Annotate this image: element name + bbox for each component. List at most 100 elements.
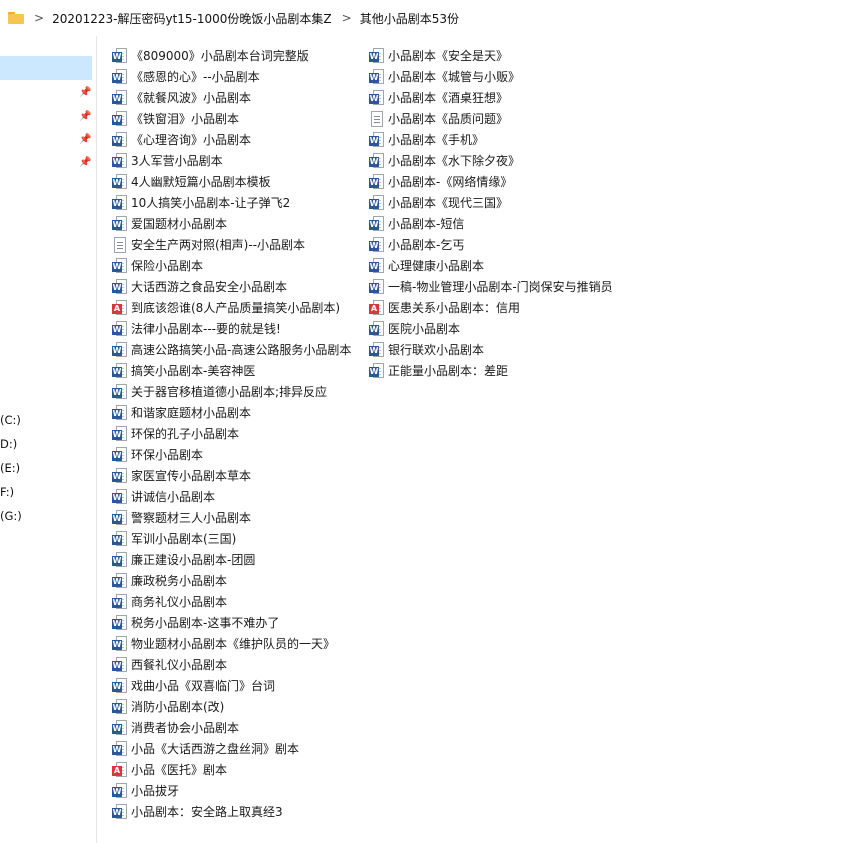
- file-item[interactable]: W 警察题材三人小品剧本: [112, 507, 369, 528]
- file-name: 4人幽默短篇小品剧本模板: [131, 175, 271, 189]
- file-item[interactable]: W 和谐家庭题材小品剧本: [112, 402, 369, 423]
- pin-icon: 📌: [79, 157, 92, 168]
- file-name: 小品剧本《水下除夕夜》: [388, 154, 521, 168]
- file-item[interactable]: W 西餐礼仪小品剧本: [112, 654, 369, 675]
- word-document-icon: W: [112, 173, 127, 190]
- pdf-document-icon: A: [112, 299, 127, 316]
- word-document-icon: W: [112, 47, 127, 64]
- file-item[interactable]: W 小品剧本《水下除夕夜》: [369, 150, 669, 171]
- file-item[interactable]: W 搞笑小品剧本-美容神医: [112, 360, 369, 381]
- word-document-icon: W: [369, 278, 384, 295]
- word-document-icon: W: [112, 257, 127, 274]
- file-item[interactable]: W 物业题材小品剧本《维护队员的一天》: [112, 633, 369, 654]
- file-name: 讲诚信小品剧本: [131, 490, 216, 504]
- file-item[interactable]: W 小品剧本-乞丐: [369, 234, 669, 255]
- pdf-document-icon: A: [112, 761, 127, 778]
- nav-drive-e[interactable]: (E:): [0, 461, 20, 475]
- file-item[interactable]: W 3人军营小品剧本: [112, 150, 369, 171]
- word-document-icon: W: [112, 446, 127, 463]
- breadcrumb-current[interactable]: 其他小品剧本53份: [360, 10, 459, 27]
- file-item[interactable]: W 10人搞笑小品剧本-让子弹飞2: [112, 192, 369, 213]
- file-item[interactable]: W 小品剧本《城管与小贩》: [369, 66, 669, 87]
- word-document-icon: W: [369, 173, 384, 190]
- file-name: 到底该怨谁(8人产品质量搞笑小品剧本): [131, 301, 340, 315]
- text-document-icon: [369, 110, 384, 127]
- file-name: 廉正建设小品剧本-团圆: [131, 553, 256, 567]
- file-item[interactable]: W 《心理咨询》小品剧本: [112, 129, 369, 150]
- breadcrumb-parent[interactable]: 20201223-解压密码yt15-1000份晚饭小品剧本集Z: [52, 10, 332, 27]
- word-document-icon: W: [112, 110, 127, 127]
- file-name: 心理健康小品剧本: [388, 259, 485, 273]
- file-name: 高速公路搞笑小品-高速公路服务小品剧本: [131, 343, 352, 357]
- file-item[interactable]: 小品剧本《品质问题》: [369, 108, 669, 129]
- file-name: 小品剧本《安全是天》: [388, 49, 509, 63]
- file-item[interactable]: W 讲诚信小品剧本: [112, 486, 369, 507]
- nav-drive-f[interactable]: F:): [0, 485, 14, 499]
- file-item[interactable]: 安全生产两对照(相声)--小品剧本: [112, 234, 369, 255]
- file-item[interactable]: W 银行联欢小品剧本: [369, 339, 669, 360]
- file-name: 一稿-物业管理小品剧本-门岗保安与推销员: [388, 280, 613, 294]
- nav-selected-item[interactable]: [0, 56, 92, 80]
- file-item[interactable]: W 关于器官移植道德小品剧本;排异反应: [112, 381, 369, 402]
- file-item[interactable]: W 军训小品剧本(三国): [112, 528, 369, 549]
- file-item[interactable]: W 高速公路搞笑小品-高速公路服务小品剧本: [112, 339, 369, 360]
- file-item[interactable]: A 小品《医托》剧本: [112, 759, 369, 780]
- file-item[interactable]: W 小品剧本-短信: [369, 213, 669, 234]
- file-item[interactable]: W 医院小品剧本: [369, 318, 669, 339]
- file-item[interactable]: W 4人幽默短篇小品剧本模板: [112, 171, 369, 192]
- word-document-icon: W: [112, 614, 127, 631]
- address-bar[interactable]: > 20201223-解压密码yt15-1000份晚饭小品剧本集Z > 其他小品…: [0, 0, 842, 36]
- nav-drive-g[interactable]: (G:): [0, 509, 22, 523]
- file-name: 《809000》小品剧本台词完整版: [131, 49, 309, 63]
- file-name: 和谐家庭题材小品剧本: [131, 406, 252, 420]
- file-item[interactable]: W 法律小品剧本---要的就是钱!: [112, 318, 369, 339]
- chevron-right-icon: >: [34, 11, 45, 25]
- file-item[interactable]: W 小品剧本《手机》: [369, 129, 669, 150]
- file-item[interactable]: W 保险小品剧本: [112, 255, 369, 276]
- file-item[interactable]: W 小品剧本：安全路上取真经3: [112, 801, 369, 822]
- file-item[interactable]: W 消费者协会小品剧本: [112, 717, 369, 738]
- file-item[interactable]: W 《感恩的心》--小品剧本: [112, 66, 369, 87]
- file-name: 小品剧本：安全路上取真经3: [131, 805, 283, 819]
- file-item[interactable]: W 小品剧本《现代三国》: [369, 192, 669, 213]
- file-item[interactable]: W 消防小品剧本(改): [112, 696, 369, 717]
- file-item[interactable]: W 小品拔牙: [112, 780, 369, 801]
- nav-drive-c[interactable]: (C:): [0, 413, 21, 427]
- file-item[interactable]: W 商务礼仪小品剧本: [112, 591, 369, 612]
- file-item[interactable]: W 《809000》小品剧本台词完整版: [112, 45, 369, 66]
- word-document-icon: W: [112, 131, 127, 148]
- file-item[interactable]: W 环保小品剧本: [112, 444, 369, 465]
- file-item[interactable]: W 小品剧本《酒桌狂想》: [369, 87, 669, 108]
- file-item[interactable]: W 正能量小品剧本：差距: [369, 360, 669, 381]
- file-item[interactable]: W 环保的孔子小品剧本: [112, 423, 369, 444]
- pin-icon: 📌: [79, 134, 92, 145]
- file-item[interactable]: A 医患关系小品剧本：信用: [369, 297, 669, 318]
- word-document-icon: W: [112, 89, 127, 106]
- nav-drive-d[interactable]: D:): [0, 437, 17, 451]
- file-item[interactable]: W 小品剧本-《网络情缘》: [369, 171, 669, 192]
- file-item[interactable]: W 小品剧本《安全是天》: [369, 45, 669, 66]
- file-item[interactable]: W 一稿-物业管理小品剧本-门岗保安与推销员: [369, 276, 669, 297]
- file-name: 小品《大话西游之盘丝洞》剧本: [131, 742, 300, 756]
- file-name: 物业题材小品剧本《维护队员的一天》: [131, 637, 336, 651]
- file-name: 环保的孔子小品剧本: [131, 427, 240, 441]
- file-item[interactable]: W 爱国题材小品剧本: [112, 213, 369, 234]
- file-item[interactable]: W 大话西游之食品安全小品剧本: [112, 276, 369, 297]
- file-item[interactable]: W 戏曲小品《双喜临门》台词: [112, 675, 369, 696]
- file-item[interactable]: W 《就餐风波》小品剧本: [112, 87, 369, 108]
- file-item[interactable]: W 《铁窗泪》小品剧本: [112, 108, 369, 129]
- text-document-icon: [112, 236, 127, 253]
- file-name: 安全生产两对照(相声)--小品剧本: [131, 238, 306, 252]
- word-document-icon: W: [112, 593, 127, 610]
- file-item[interactable]: A 到底该怨谁(8人产品质量搞笑小品剧本): [112, 297, 369, 318]
- file-name: 小品剧本-《网络情缘》: [388, 175, 513, 189]
- file-item[interactable]: W 廉正建设小品剧本-团圆: [112, 549, 369, 570]
- file-item[interactable]: W 家医宣传小品剧本草本: [112, 465, 369, 486]
- file-item[interactable]: W 小品《大话西游之盘丝洞》剧本: [112, 738, 369, 759]
- word-document-icon: W: [369, 131, 384, 148]
- file-item[interactable]: W 心理健康小品剧本: [369, 255, 669, 276]
- file-item[interactable]: W 税务小品剧本-这事不难办了: [112, 612, 369, 633]
- file-item[interactable]: W 廉政税务小品剧本: [112, 570, 369, 591]
- navigation-pane[interactable]: 📌 📌 📌 📌 (C:) D:) (E:) F:) (G:): [0, 36, 97, 843]
- word-document-icon: W: [112, 215, 127, 232]
